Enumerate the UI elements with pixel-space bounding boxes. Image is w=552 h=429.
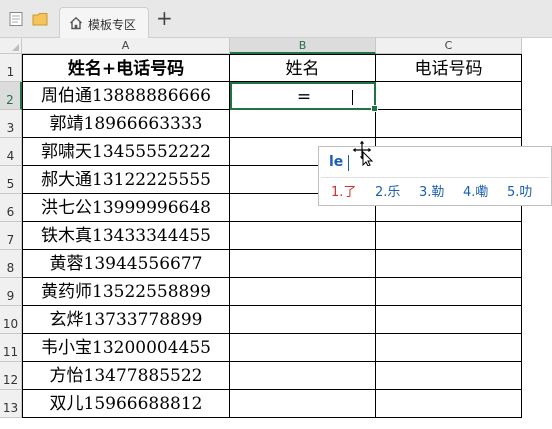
tab-bar: 模板专区 + [0, 0, 552, 38]
ime-caret [348, 155, 349, 171]
cell-a3[interactable]: 郭靖18966663333 [22, 110, 230, 138]
home-icon [70, 16, 82, 30]
folder-icon[interactable] [32, 12, 48, 26]
cell-b9[interactable] [230, 278, 376, 306]
column-header-b[interactable]: B [230, 38, 376, 54]
cell-a1[interactable]: 姓名+电话号码 [22, 54, 230, 82]
cell-a13[interactable]: 双儿15966688812 [22, 390, 230, 418]
cell-b8[interactable] [230, 250, 376, 278]
cell-a8[interactable]: 黄蓉13944556677 [22, 250, 230, 278]
row-header-13[interactable]: 13 [0, 390, 22, 418]
cell-b7[interactable] [230, 222, 376, 250]
active-cell-b2[interactable]: = [230, 82, 378, 112]
cell-a11[interactable]: 韦小宝13200004455 [22, 334, 230, 362]
fill-handle[interactable] [371, 105, 378, 112]
cell-c10[interactable] [376, 306, 522, 334]
cell-c7[interactable] [376, 222, 522, 250]
add-tab-button[interactable]: + [156, 8, 173, 28]
cell-c13[interactable] [376, 390, 522, 418]
row-header-3[interactable]: 3 [0, 110, 22, 138]
cell-grid: 姓名+电话号码 姓名 电话号码 周伯通13888886666 郭靖1896666… [22, 54, 522, 418]
select-all-corner[interactable] [0, 38, 22, 54]
move-cursor-icon [351, 139, 374, 166]
column-header-a[interactable]: A [22, 38, 230, 54]
cell-c11[interactable] [376, 334, 522, 362]
document-icon[interactable] [8, 12, 24, 26]
cell-c1[interactable]: 电话号码 [376, 54, 522, 82]
tab-label: 模板专区 [88, 18, 137, 32]
cell-c2[interactable] [376, 82, 522, 110]
row-header-11[interactable]: 11 [0, 334, 22, 362]
ime-candidate-3[interactable]: 3.勒 [419, 181, 444, 200]
row-header-10[interactable]: 10 [0, 306, 22, 334]
cell-c9[interactable] [376, 278, 522, 306]
cell-a4[interactable]: 郭啸天13455552222 [22, 138, 230, 166]
ime-candidate-4[interactable]: 4.嘞 [463, 181, 488, 200]
cell-b3[interactable] [230, 110, 376, 138]
cell-a10[interactable]: 玄烨13733778899 [22, 306, 230, 334]
cell-c12[interactable] [376, 362, 522, 390]
ime-divider [321, 177, 549, 178]
cell-c3[interactable] [376, 110, 522, 138]
row-header-6[interactable]: 6 [0, 194, 22, 222]
cell-edit-text[interactable]: = [232, 84, 376, 110]
row-header-1[interactable]: 1 [0, 54, 22, 82]
column-header-c[interactable]: C [376, 38, 522, 54]
ime-candidate-1[interactable]: 1.了 [331, 181, 356, 200]
cell-a6[interactable]: 洪七公13999996648 [22, 194, 230, 222]
row-header-8[interactable]: 8 [0, 250, 22, 278]
cell-a2[interactable]: 周伯通13888886666 [22, 82, 230, 110]
row-header-12[interactable]: 12 [0, 362, 22, 390]
cell-c8[interactable] [376, 250, 522, 278]
row-header-2[interactable]: 2 [0, 82, 22, 110]
row-header-4[interactable]: 4 [0, 138, 22, 166]
cell-a12[interactable]: 方怡13477885522 [22, 362, 230, 390]
ime-candidate-2[interactable]: 2.乐 [375, 181, 400, 200]
cell-a5[interactable]: 郝大通13122225555 [22, 166, 230, 194]
row-header-7[interactable]: 7 [0, 222, 22, 250]
row-header-5[interactable]: 5 [0, 166, 22, 194]
ime-candidate-list: 1.了 2.乐 3.勒 4.嘞 5.叻 [331, 181, 551, 203]
tab-template-zone[interactable]: 模板专区 [59, 7, 149, 38]
text-caret [352, 90, 353, 105]
cell-b10[interactable] [230, 306, 376, 334]
ime-candidate-5[interactable]: 5.叻 [507, 181, 532, 200]
ime-pinyin-input: le [329, 154, 344, 170]
cell-b13[interactable] [230, 390, 376, 418]
cell-a7[interactable]: 铁木真13433344455 [22, 222, 230, 250]
spreadsheet: A B C 1 2 3 4 5 6 7 8 9 10 11 12 13 姓名+电… [0, 38, 552, 429]
cell-a9[interactable]: 黄药师13522558899 [22, 278, 230, 306]
row-header-9[interactable]: 9 [0, 278, 22, 306]
cell-b1[interactable]: 姓名 [230, 54, 376, 82]
cell-b12[interactable] [230, 362, 376, 390]
cell-b11[interactable] [230, 334, 376, 362]
